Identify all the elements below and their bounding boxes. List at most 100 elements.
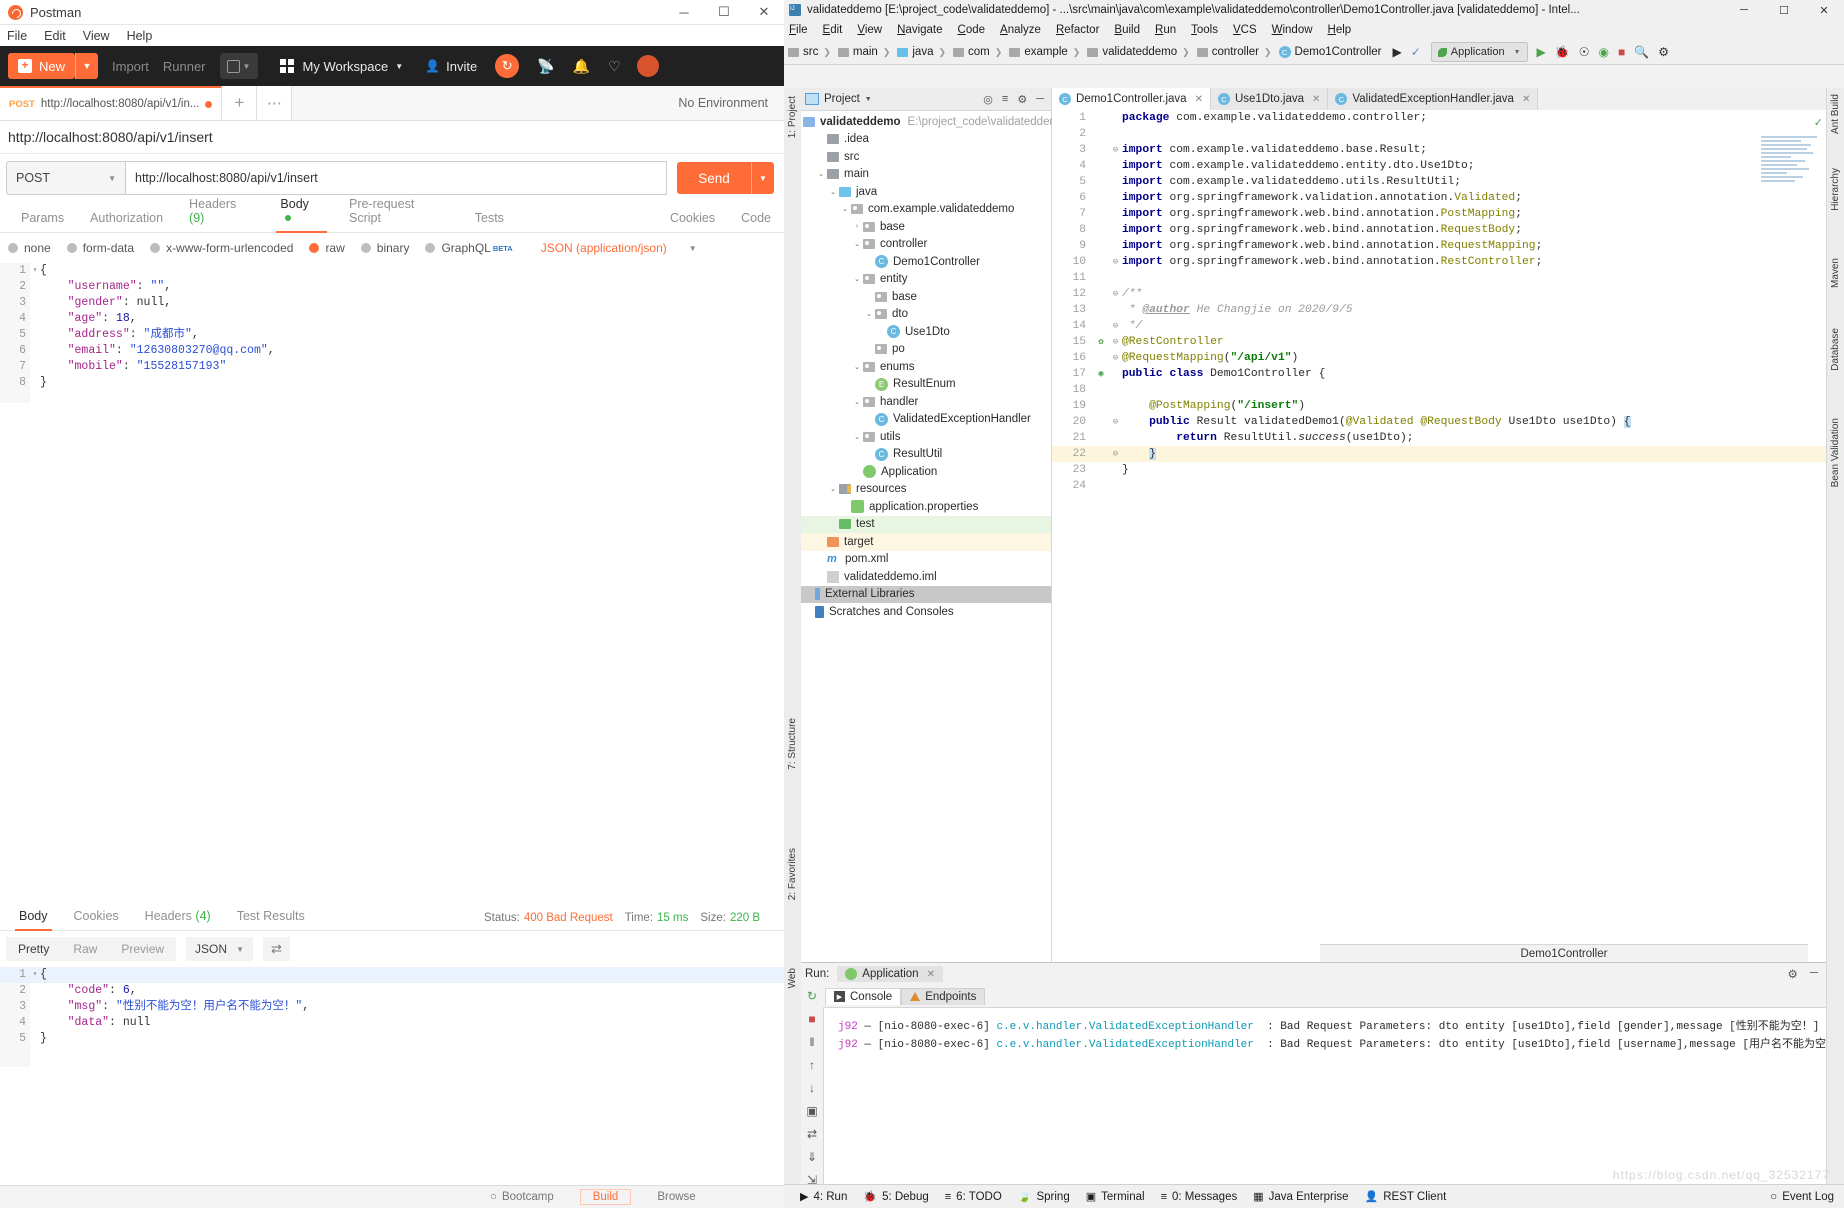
menu-help[interactable]: Help: [1328, 24, 1352, 36]
breadcrumb-main[interactable]: main❯: [838, 46, 895, 58]
close-icon[interactable]: ✕: [1522, 94, 1530, 105]
expand-arrow-icon[interactable]: ⌄: [839, 205, 851, 213]
wrap-lines-icon[interactable]: ⇄: [263, 937, 290, 961]
bootcamp-button[interactable]: ○ Bootcamp: [490, 1191, 554, 1203]
breadcrumb-java[interactable]: java❯: [897, 46, 951, 58]
debug-icon[interactable]: 🐞: [1555, 45, 1570, 59]
fold-icon[interactable]: [1109, 222, 1122, 238]
fold-icon[interactable]: [1109, 430, 1122, 446]
body-format-select[interactable]: JSON (application/json) ▼: [541, 241, 697, 255]
tree-node-enums[interactable]: ⌄enums: [801, 358, 1051, 376]
scroll-up-icon[interactable]: ↑: [809, 1058, 815, 1072]
runner-button[interactable]: Runner: [163, 59, 206, 74]
body-type-binary[interactable]: binary: [361, 241, 410, 255]
fold-icon[interactable]: ⊖: [1109, 414, 1122, 430]
console-output[interactable]: j92 — [nio-8080-exec-6] c.e.v.handler.Va…: [823, 1007, 1826, 1185]
rail-bean-validation[interactable]: Bean Validation: [1830, 418, 1841, 487]
spring-bean-gutter-icon[interactable]: ✿: [1093, 334, 1109, 350]
menu-edit[interactable]: Edit: [44, 29, 66, 43]
minimize-button[interactable]: ─: [1724, 0, 1764, 20]
menu-navigate[interactable]: Navigate: [897, 24, 942, 36]
camera-icon[interactable]: ▣: [806, 1104, 817, 1118]
fold-icon[interactable]: [1109, 270, 1122, 286]
tab-authorization[interactable]: Authorization: [77, 211, 176, 232]
expand-arrow-icon[interactable]: ⌄: [827, 485, 839, 493]
tab-params[interactable]: Params: [8, 211, 77, 232]
tree-node-test[interactable]: test: [801, 516, 1051, 534]
heart-icon[interactable]: ♡: [608, 58, 621, 75]
status-0-messages[interactable]: ≡0: Messages: [1161, 1191, 1238, 1203]
menu-file[interactable]: File: [789, 24, 808, 36]
editor-tab-demo1controller[interactable]: C Demo1Controller.java ✕: [1052, 88, 1211, 110]
fold-icon[interactable]: [1109, 174, 1122, 190]
tree-node-dto[interactable]: ⌄dto: [801, 306, 1051, 324]
run-config-tab[interactable]: Application ✕: [837, 966, 943, 982]
response-tab-cookies[interactable]: Cookies: [61, 909, 132, 930]
tree-node-pom-xml[interactable]: mpom.xml: [801, 551, 1051, 569]
hide-icon[interactable]: ─: [1810, 967, 1818, 981]
close-button[interactable]: ✕: [744, 0, 784, 24]
fold-icon[interactable]: [1109, 110, 1122, 126]
pause-icon[interactable]: ‖: [810, 1035, 815, 1049]
environment-selector[interactable]: No Environment: [662, 86, 784, 120]
fold-icon[interactable]: [1109, 190, 1122, 206]
collapse-all-icon[interactable]: ≡: [1002, 93, 1008, 105]
request-tab[interactable]: POST http://localhost:8080/api/v1/in...: [0, 86, 222, 120]
menu-build[interactable]: Build: [1114, 24, 1140, 36]
tab-cookies[interactable]: Cookies: [657, 211, 728, 232]
code-editor[interactable]: 1package com.example.validateddemo.contr…: [1052, 110, 1826, 955]
import-button[interactable]: Import: [112, 59, 149, 74]
tree-node-external-libraries[interactable]: External Libraries: [801, 586, 1051, 604]
status-spring[interactable]: 🍃Spring: [1018, 1190, 1070, 1203]
expand-arrow-icon[interactable]: ⌄: [851, 363, 863, 371]
tree-node-scratches-and-consoles[interactable]: Scratches and Consoles: [801, 603, 1051, 621]
tree-node-use1dto[interactable]: CUse1Dto: [801, 323, 1051, 341]
fold-icon[interactable]: ⊖: [1109, 142, 1122, 158]
fold-icon[interactable]: [1109, 126, 1122, 142]
tab-tests[interactable]: Tests: [462, 211, 517, 232]
format-raw[interactable]: Raw: [61, 937, 109, 961]
expand-arrow-icon[interactable]: ⌄: [851, 398, 863, 406]
breadcrumb-validateddemo[interactable]: validateddemo❯: [1087, 46, 1194, 58]
status-terminal[interactable]: ▣Terminal: [1086, 1190, 1145, 1203]
scroll-down-icon[interactable]: ↓: [809, 1081, 815, 1095]
expand-arrow-icon[interactable]: ›: [851, 223, 863, 230]
tree-node-handler[interactable]: ⌄handler: [801, 393, 1051, 411]
gear-icon[interactable]: ⚙: [1017, 93, 1027, 106]
new-dropdown-caret[interactable]: ▼: [75, 53, 98, 79]
stop-icon[interactable]: ■: [808, 1012, 815, 1026]
expand-arrow-icon[interactable]: ⌄: [851, 433, 863, 441]
chevron-down-icon[interactable]: ▼: [865, 96, 872, 103]
method-select[interactable]: POST ▼: [6, 161, 126, 195]
tree-node-validateddemo-iml[interactable]: validateddemo.iml: [801, 568, 1051, 586]
body-type-none[interactable]: none: [8, 241, 51, 255]
tab-pre-request-script[interactable]: Pre-request Script: [336, 197, 462, 232]
fold-icon[interactable]: [1109, 366, 1122, 382]
menu-vcs[interactable]: VCS: [1233, 24, 1257, 36]
tab-code[interactable]: Code: [728, 211, 784, 232]
menu-code[interactable]: Code: [958, 24, 986, 36]
build-icon[interactable]: ✓: [1411, 45, 1421, 59]
rail-database[interactable]: Database: [1830, 328, 1841, 371]
rail-project[interactable]: 1: Project: [787, 96, 798, 138]
run-configuration-select[interactable]: Application ▼: [1431, 42, 1528, 62]
menu-edit[interactable]: Edit: [823, 24, 843, 36]
code-minimap[interactable]: [1761, 136, 1823, 198]
tree-node-com-example-validateddemo[interactable]: ⌄com.example.validateddemo: [801, 201, 1051, 219]
response-tab-test-results[interactable]: Test Results: [224, 909, 318, 930]
close-button[interactable]: ✕: [1804, 0, 1844, 20]
fold-icon[interactable]: [1109, 206, 1122, 222]
rail-web[interactable]: Web: [787, 968, 798, 988]
response-body-viewer[interactable]: 1▾{2 "code": 6,3 "msg": "性别不能为空！用户名不能为空！…: [0, 967, 784, 1067]
fold-icon[interactable]: ⊖: [1109, 286, 1122, 302]
fold-icon[interactable]: [1109, 158, 1122, 174]
close-icon[interactable]: ✕: [927, 969, 935, 980]
expand-arrow-icon[interactable]: ⌄: [827, 188, 839, 196]
tab-body[interactable]: Body: [267, 197, 336, 232]
tree-node-application-properties[interactable]: application.properties: [801, 498, 1051, 516]
close-icon[interactable]: ✕: [1312, 94, 1320, 105]
breadcrumb-com[interactable]: com❯: [953, 46, 1007, 58]
console-tab[interactable]: ▶ Console: [825, 988, 901, 1005]
new-button[interactable]: + New: [8, 53, 75, 79]
expand-arrow-icon[interactable]: ⌄: [815, 170, 827, 178]
